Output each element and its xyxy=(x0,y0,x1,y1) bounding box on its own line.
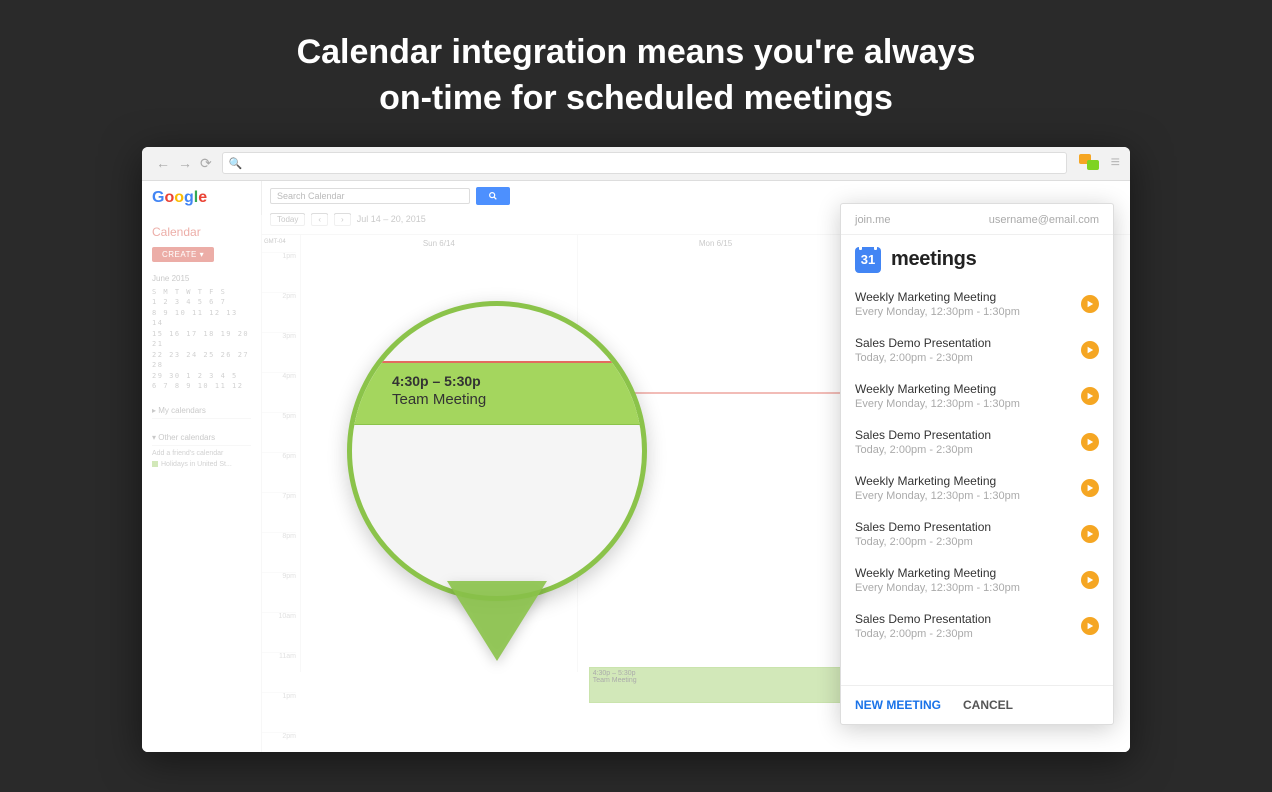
promo-headline: Calendar integration means you're always… xyxy=(0,0,1272,147)
headline-line2: on-time for scheduled meetings xyxy=(379,79,893,117)
other-calendars-section[interactable]: ▾ Other calendars xyxy=(152,433,251,446)
play-icon[interactable] xyxy=(1081,387,1099,405)
meeting-name: Weekly Marketing Meeting xyxy=(855,382,1020,396)
meeting-name: Sales Demo Presentation xyxy=(855,520,991,534)
popup-brand: join.me xyxy=(855,214,890,226)
popup-user: username@email.com xyxy=(989,214,1099,226)
browser-window: ← → ⟳ 🔍 ≡ Google Calendar CREATE ▾ June … xyxy=(142,147,1130,752)
meeting-item[interactable]: Sales Demo Presentation Today, 2:00pm - 2… xyxy=(841,419,1113,465)
mini-calendar[interactable]: S M T W T F S 1 2 3 4 5 6 7 8 9 10 11 12… xyxy=(152,287,251,392)
meeting-time: Today, 2:00pm - 2:30pm xyxy=(855,444,991,456)
search-button[interactable] xyxy=(476,187,510,205)
meeting-time: Today, 2:00pm - 2:30pm xyxy=(855,536,991,548)
meeting-item[interactable]: Weekly Marketing Meeting Every Monday, 12… xyxy=(841,557,1113,603)
google-sidebar: Google Calendar CREATE ▾ June 2015 S M T… xyxy=(142,181,262,752)
holidays-calendar[interactable]: Holidays in United St... xyxy=(152,461,251,468)
meeting-time: Every Monday, 12:30pm - 1:30pm xyxy=(855,306,1020,318)
menu-icon[interactable]: ≡ xyxy=(1111,154,1120,172)
add-friend-calendar[interactable]: Add a friend's calendar xyxy=(152,450,251,457)
cancel-button[interactable]: CANCEL xyxy=(963,698,1013,712)
play-icon[interactable] xyxy=(1081,295,1099,313)
play-icon[interactable] xyxy=(1081,617,1099,635)
meeting-time: Today, 2:00pm - 2:30pm xyxy=(855,352,991,364)
next-icon[interactable]: › xyxy=(334,213,351,226)
omnibox-input[interactable]: 🔍 xyxy=(222,152,1067,174)
checkbox-icon xyxy=(152,461,158,467)
meeting-name: Sales Demo Presentation xyxy=(855,612,991,626)
meeting-item[interactable]: Weekly Marketing Meeting Every Monday, 12… xyxy=(841,465,1113,511)
search-icon: 🔍 xyxy=(229,157,243,170)
meeting-name: Sales Demo Presentation xyxy=(855,428,991,442)
google-logo: Google xyxy=(152,189,251,207)
meeting-name: Sales Demo Presentation xyxy=(855,336,991,350)
create-button[interactable]: CREATE ▾ xyxy=(152,247,214,262)
dropdown-icon: ▾ xyxy=(200,250,205,259)
prev-icon[interactable]: ‹ xyxy=(311,213,328,226)
play-icon[interactable] xyxy=(1081,341,1099,359)
calendar-icon: 31 xyxy=(855,247,881,273)
gmt-label: GMT-04 xyxy=(262,235,300,252)
forward-icon[interactable]: → xyxy=(178,155,192,171)
joinme-extension-icon[interactable] xyxy=(1079,154,1101,172)
meeting-item[interactable]: Sales Demo Presentation Today, 2:00pm - 2… xyxy=(841,511,1113,557)
today-button[interactable]: Today xyxy=(270,213,305,226)
reload-icon[interactable]: ⟳ xyxy=(200,155,212,172)
meeting-item[interactable]: Sales Demo Presentation Today, 2:00pm - 2… xyxy=(841,603,1113,649)
meeting-name: Weekly Marketing Meeting xyxy=(855,566,1020,580)
calendar-label: Calendar xyxy=(152,225,251,239)
meeting-list: Weekly Marketing Meeting Every Monday, 12… xyxy=(841,281,1113,685)
play-icon[interactable] xyxy=(1081,525,1099,543)
headline-line1: Calendar integration means you're always xyxy=(297,33,976,71)
meeting-item[interactable]: Weekly Marketing Meeting Every Monday, 12… xyxy=(841,373,1113,419)
calendar-search-input[interactable]: Search Calendar xyxy=(270,188,470,204)
calendar-event[interactable]: 4:30p – 5:30p Team Meeting xyxy=(589,667,843,703)
meeting-time: Every Monday, 12:30pm - 1:30pm xyxy=(855,398,1020,410)
joinme-popup: join.me username@email.com 31 meetings W… xyxy=(840,203,1114,725)
play-icon[interactable] xyxy=(1081,433,1099,451)
meetings-title: meetings xyxy=(891,248,976,271)
play-icon[interactable] xyxy=(1081,571,1099,589)
meeting-item[interactable]: Sales Demo Presentation Today, 2:00pm - 2… xyxy=(841,327,1113,373)
my-calendars-section[interactable]: ▸ My calendars xyxy=(152,406,251,419)
meeting-time: Every Monday, 12:30pm - 1:30pm xyxy=(855,582,1020,594)
meeting-time: Every Monday, 12:30pm - 1:30pm xyxy=(855,490,1020,502)
play-icon[interactable] xyxy=(1081,479,1099,497)
date-range-label: Jul 14 – 20, 2015 xyxy=(357,214,426,224)
meeting-name: Weekly Marketing Meeting xyxy=(855,474,1020,488)
mini-month-label: June 2015 xyxy=(152,274,251,283)
day-header: Mon 6/15 xyxy=(577,235,854,252)
browser-chrome-bar: ← → ⟳ 🔍 ≡ xyxy=(142,147,1130,181)
back-icon[interactable]: ← xyxy=(156,155,170,171)
new-meeting-button[interactable]: NEW MEETING xyxy=(855,698,941,712)
day-header: Sun 6/14 xyxy=(300,235,577,252)
meeting-name: Weekly Marketing Meeting xyxy=(855,290,1020,304)
meeting-time: Today, 2:00pm - 2:30pm xyxy=(855,628,991,640)
meeting-item[interactable]: Weekly Marketing Meeting Every Monday, 12… xyxy=(841,281,1113,327)
